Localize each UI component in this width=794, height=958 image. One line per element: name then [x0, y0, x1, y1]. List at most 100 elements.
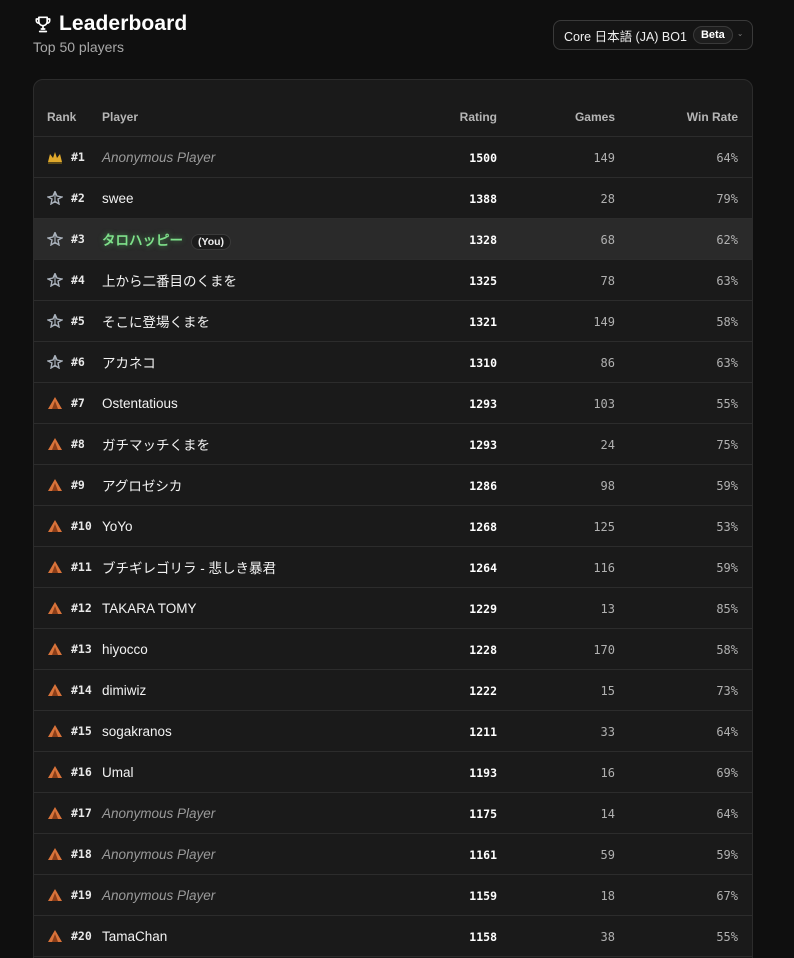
- rank-cell: #2: [34, 191, 102, 205]
- bronze-rank-icon: [48, 397, 62, 409]
- games-value: 18: [600, 888, 615, 903]
- rating-cell: 1161: [397, 847, 497, 862]
- games-cell: 86: [497, 355, 615, 370]
- table-row[interactable]: #5 そこに登場くまを 1321 149 58%: [34, 301, 752, 342]
- rating-value: 1193: [469, 765, 497, 780]
- rating-value: 1293: [469, 437, 497, 452]
- rank-number: #15: [71, 724, 92, 738]
- win-rate-cell: 55%: [615, 396, 752, 411]
- player-name[interactable]: Ostentatious: [102, 396, 178, 411]
- player-name[interactable]: Anonymous Player: [102, 888, 215, 903]
- table-row[interactable]: #13 hiyocco 1228 170 58%: [34, 629, 752, 670]
- player-name[interactable]: 上から二番目のくまを: [102, 274, 237, 289]
- rating-cell: 1325: [397, 273, 497, 288]
- format-selector[interactable]: Core 日本語 (JA) BO1 Beta: [553, 20, 753, 50]
- table-row[interactable]: #16 Umal 1193 16 69%: [34, 752, 752, 793]
- player-name[interactable]: アグロゼシカ: [102, 479, 182, 494]
- player-name[interactable]: アカネコ: [102, 356, 156, 371]
- page-header: Leaderboard Top 50 players Core 日本語 (JA)…: [33, 12, 753, 62]
- bronze-rank-icon: [48, 725, 62, 737]
- bronze-rank-icon: [48, 848, 62, 860]
- table-row[interactable]: #15 sogakranos 1211 33 64%: [34, 711, 752, 752]
- rating-cell: 1328: [397, 232, 497, 247]
- player-cell: ガチマッチくまを: [102, 434, 397, 454]
- player-name[interactable]: TamaChan: [102, 929, 167, 944]
- win-rate-cell: 53%: [615, 519, 752, 534]
- table-row[interactable]: #11 ブチギレゴリラ - 悲しき暴君 1264 116 59%: [34, 547, 752, 588]
- rating-value: 1293: [469, 396, 497, 411]
- win-rate-value: 75%: [716, 437, 738, 452]
- player-cell: そこに登場くまを: [102, 311, 397, 331]
- table-row[interactable]: #20 TamaChan 1158 38 55%: [34, 916, 752, 957]
- player-name[interactable]: Anonymous Player: [102, 806, 215, 821]
- player-name[interactable]: TAKARA TOMY: [102, 601, 197, 616]
- player-cell: sogakranos: [102, 724, 397, 739]
- rank-number: #9: [71, 478, 85, 492]
- table-row[interactable]: #12 TAKARA TOMY 1229 13 85%: [34, 588, 752, 629]
- bronze-rank-icon: [48, 520, 62, 532]
- win-rate-value: 55%: [716, 396, 738, 411]
- bronze-rank-icon: [48, 438, 62, 450]
- win-rate-cell: 75%: [615, 437, 752, 452]
- trophy-icon: [35, 16, 51, 33]
- table-row[interactable]: #17 Anonymous Player 1175 14 64%: [34, 793, 752, 834]
- player-name[interactable]: YoYo: [102, 519, 133, 534]
- games-value: 24: [600, 437, 615, 452]
- rating-value: 1388: [469, 191, 497, 206]
- player-cell: アカネコ: [102, 352, 397, 372]
- rank-number: #6: [71, 355, 85, 369]
- leaderboard-table: Rank Player Rating Games Win Rate #1 Anon…: [33, 79, 753, 958]
- games-value: 78: [600, 273, 615, 288]
- win-rate-cell: 63%: [615, 273, 752, 288]
- games-cell: 78: [497, 273, 615, 288]
- win-rate-value: 59%: [716, 560, 738, 575]
- table-header: Rank Player Rating Games Win Rate: [34, 80, 752, 137]
- rank-number: #1: [71, 150, 85, 164]
- player-name[interactable]: タロハッピー: [102, 233, 183, 248]
- player-name[interactable]: そこに登場くまを: [102, 315, 210, 330]
- rank-cell: #18: [34, 847, 102, 861]
- table-row[interactable]: #18 Anonymous Player 1161 59 59%: [34, 834, 752, 875]
- table-row[interactable]: #9 アグロゼシカ 1286 98 59%: [34, 465, 752, 506]
- player-name[interactable]: Umal: [102, 765, 134, 780]
- table-row[interactable]: #2 swee 1388 28 79%: [34, 178, 752, 219]
- games-value: 149: [593, 314, 615, 329]
- table-row[interactable]: #14 dimiwiz 1222 15 73%: [34, 670, 752, 711]
- player-name[interactable]: hiyocco: [102, 642, 148, 657]
- win-rate-cell: 69%: [615, 765, 752, 780]
- rank-cell: #6: [34, 355, 102, 369]
- player-name[interactable]: swee: [102, 191, 134, 206]
- win-rate-value: 58%: [716, 314, 738, 329]
- table-row[interactable]: #7 Ostentatious 1293 103 55%: [34, 383, 752, 424]
- column-header-games: Games: [574, 110, 615, 124]
- table-row[interactable]: #10 YoYo 1268 125 53%: [34, 506, 752, 547]
- player-name[interactable]: Anonymous Player: [102, 847, 215, 862]
- player-cell: dimiwiz: [102, 683, 397, 698]
- table-row[interactable]: #19 Anonymous Player 1159 18 67%: [34, 875, 752, 916]
- table-row[interactable]: #4 上から二番目のくまを 1325 78 63%: [34, 260, 752, 301]
- player-cell: Anonymous Player: [102, 806, 397, 821]
- player-name[interactable]: sogakranos: [102, 724, 172, 739]
- rank-number: #17: [71, 806, 92, 820]
- table-row[interactable]: #1 Anonymous Player 1500 149 64%: [34, 137, 752, 178]
- gold-rank-icon: [48, 152, 62, 164]
- table-row[interactable]: #8 ガチマッチくまを 1293 24 75%: [34, 424, 752, 465]
- win-rate-cell: 64%: [615, 724, 752, 739]
- player-name[interactable]: ブチギレゴリラ - 悲しき暴君: [102, 561, 276, 576]
- rank-cell: #10: [34, 519, 102, 533]
- rank-number: #3: [71, 232, 85, 246]
- player-name[interactable]: Anonymous Player: [102, 150, 215, 165]
- player-name[interactable]: ガチマッチくまを: [102, 438, 210, 453]
- player-name[interactable]: dimiwiz: [102, 683, 146, 698]
- rating-cell: 1293: [397, 396, 497, 411]
- games-value: 16: [600, 765, 615, 780]
- rank-cell: #4: [34, 273, 102, 287]
- table-row-current-user[interactable]: #3 タロハッピー (You) 1328 68 62%: [34, 219, 752, 260]
- rank-number: #2: [71, 191, 85, 205]
- win-rate-value: 64%: [716, 806, 738, 821]
- rank-cell: #15: [34, 724, 102, 738]
- win-rate-cell: 67%: [615, 888, 752, 903]
- table-row[interactable]: #6 アカネコ 1310 86 63%: [34, 342, 752, 383]
- rating-value: 1159: [469, 888, 497, 903]
- column-header-win-rate: Win Rate: [686, 110, 738, 124]
